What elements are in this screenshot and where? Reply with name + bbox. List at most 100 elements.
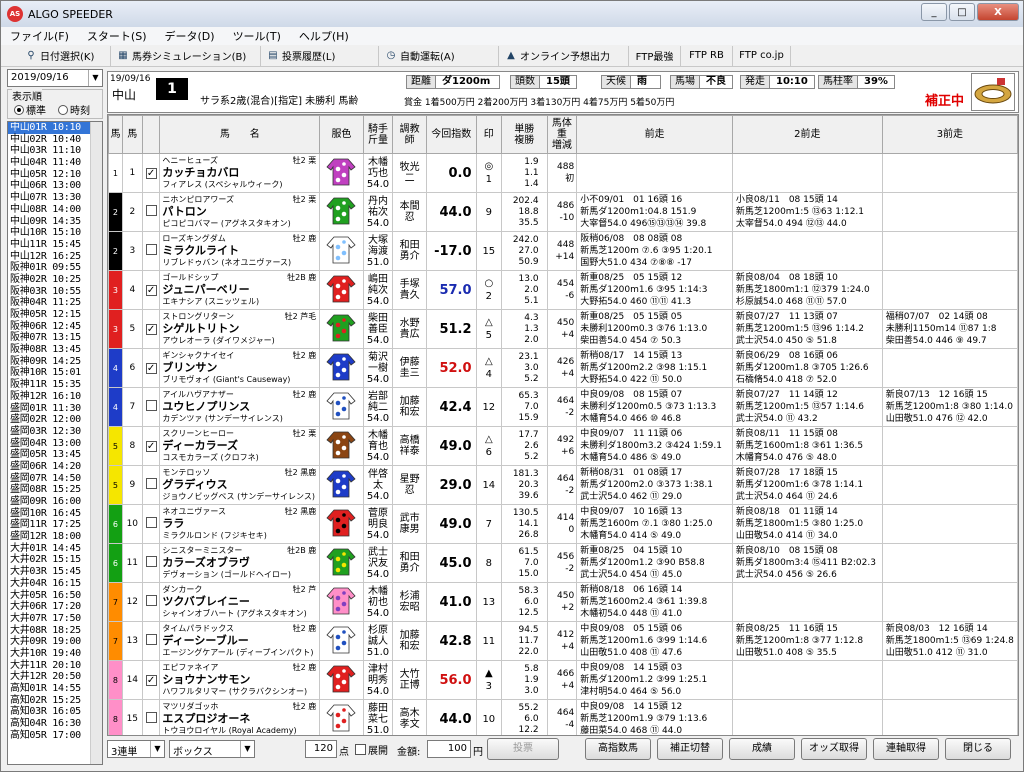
mark-cell[interactable]: 9 bbox=[475, 192, 503, 232]
horse-name-cell[interactable]: ヘニーヒューズ 牡2 栗カッチョカバロ フィアレス (スペシャルウィーク) bbox=[159, 153, 321, 193]
race-list-item[interactable]: 大井01R 14:45 bbox=[8, 543, 102, 555]
select-checkbox[interactable] bbox=[141, 192, 161, 232]
points-field[interactable]: 120 bbox=[305, 740, 337, 758]
odds-fetch-button[interactable]: オッズ取得 bbox=[801, 738, 867, 760]
race-list-item[interactable]: 大井06R 17:20 bbox=[8, 601, 102, 613]
table-row[interactable]: 1 1 ✓ ヘニーヒューズ 牡2 栗カッチョカバロ フィアレス (スペシャルウィーク) 木幡… bbox=[108, 153, 1018, 193]
results-button[interactable]: 成績 bbox=[729, 738, 795, 760]
mark-cell[interactable]: 7 bbox=[475, 504, 503, 544]
menu-help[interactable]: ヘルプ(H) bbox=[290, 28, 358, 44]
table-row[interactable]: 8 15 マツリダゴッホ 牡2 鹿エスプロジオーネ トウヨウロイヤル (Royal Ac… bbox=[108, 699, 1018, 735]
ftp-rb-button[interactable]: FTP RB bbox=[681, 45, 733, 66]
race-list-item[interactable]: 盛岡04R 13:00 bbox=[8, 438, 102, 450]
date-select-button[interactable]: ⚲ 日付選択(K) bbox=[19, 45, 111, 66]
col-score[interactable]: 今回指数 bbox=[425, 115, 477, 154]
race-list-item[interactable]: 高知01R 14:55 bbox=[8, 683, 102, 695]
online-prediction-button[interactable]: ▲ オンライン予想出力 bbox=[499, 45, 629, 66]
mark-cell[interactable]: ▲ 3 bbox=[475, 660, 503, 700]
horse-name-cell[interactable]: モンテロッソ 牡2 黒鹿 グラディウス ジョウノビッグベス (サンデーサイレンス) bbox=[159, 465, 321, 505]
auto-run-button[interactable]: ◷ 自動運転(A) bbox=[379, 45, 499, 66]
race-list-item[interactable]: 盛岡06R 14:20 bbox=[8, 461, 102, 473]
menu-start[interactable]: スタート(S) bbox=[78, 28, 156, 44]
race-list-item[interactable]: 阪神04R 11:25 bbox=[8, 297, 102, 309]
mark-cell[interactable]: △ 4 bbox=[475, 348, 503, 388]
select-checkbox[interactable] bbox=[141, 582, 161, 622]
race-list-item[interactable]: 盛岡02R 12:00 bbox=[8, 414, 102, 426]
select-checkbox[interactable] bbox=[141, 465, 161, 505]
table-row[interactable]: 4 7 アイルハヴアナザー 牡2 鹿ユウヒノプリンス カデンツァ (サンデーサイレンス)… bbox=[108, 387, 1018, 427]
select-checkbox[interactable] bbox=[141, 699, 161, 735]
horse-name-cell[interactable]: スクリーンヒーロー 牡2 栗ディーカラーズ コスモカラーズ (クロフネ) bbox=[159, 426, 321, 466]
race-list-item[interactable]: 中山07R 13:30 bbox=[8, 192, 102, 204]
table-row[interactable]: 6 10 ネオユニヴァース 牡2 黒鹿 ララ ミラクルロンド (フジキセキ) 菅原 明良 54.… bbox=[108, 504, 1018, 544]
high-index-button[interactable]: 高指数馬 bbox=[585, 738, 651, 760]
table-row[interactable]: 2 2 ニホンピロアワーズ 牡2 栗パトロン ピコピコバマー (アグネスタキオン) 丹内祐… bbox=[108, 192, 1018, 232]
race-list-item[interactable]: 中山08R 14:00 bbox=[8, 204, 102, 216]
col-name[interactable]: 馬 名 bbox=[159, 115, 321, 154]
mark-cell[interactable]: 10 bbox=[475, 699, 503, 735]
vote-history-button[interactable]: ▤ 投票履歴(L) bbox=[261, 45, 379, 66]
race-list-item[interactable]: 大井07R 17:50 bbox=[8, 613, 102, 625]
table-row[interactable]: 6 11 シニスターミニスター 牡2B 鹿カラーズオブラヴ デヴォーション (ゴールドヘ… bbox=[108, 543, 1018, 583]
select-checkbox[interactable] bbox=[141, 504, 161, 544]
select-checkbox[interactable]: ✓ bbox=[141, 660, 161, 700]
select-checkbox[interactable] bbox=[141, 387, 161, 427]
amount-field[interactable]: 100 bbox=[427, 740, 471, 758]
race-list-item[interactable]: 盛岡03R 12:30 bbox=[8, 426, 102, 438]
race-list-item[interactable]: 阪神05R 12:15 bbox=[8, 309, 102, 321]
race-list-item[interactable]: 中山12R 16:25 bbox=[8, 251, 102, 263]
horse-name-cell[interactable]: マツリダゴッホ 牡2 鹿エスプロジオーネ トウヨウロイヤル (Royal Acade… bbox=[159, 699, 321, 735]
horse-name-cell[interactable]: アイルハヴアナザー 牡2 鹿ユウヒノプリンス カデンツァ (サンデーサイレンス) bbox=[159, 387, 321, 427]
race-list-item[interactable]: 盛岡05R 13:45 bbox=[8, 449, 102, 461]
table-row[interactable]: 5 9 モンテロッソ 牡2 黒鹿 グラディウス ジョウノビッグベス (サンデーサイレンス)… bbox=[108, 465, 1018, 505]
horse-name-cell[interactable]: ストロングリターン 牡2 芦毛 シゲルトリトン アウレオーラ (ダイワメジャー) bbox=[159, 309, 321, 349]
race-list-item[interactable]: 阪神09R 14:25 bbox=[8, 356, 102, 368]
race-list-item[interactable]: 盛岡07R 14:50 bbox=[8, 473, 102, 485]
race-list-item[interactable]: 中山01R 10:10 bbox=[8, 122, 102, 134]
select-checkbox[interactable]: ✓ bbox=[141, 426, 161, 466]
expand-checkbox[interactable]: 展開 bbox=[355, 742, 388, 757]
select-checkbox[interactable]: ✓ bbox=[141, 270, 161, 310]
horse-name-cell[interactable]: ゴールドシップ 牡2B 鹿ジュニパーベリー エキナシア (スニッツェル) bbox=[159, 270, 321, 310]
close-window-button[interactable]: X bbox=[977, 3, 1019, 21]
table-row[interactable]: 4 6 ✓ ギンシャクナイセイ 牡2 鹿ブリンサン ブリモヴォイ (Giant's Cau… bbox=[108, 348, 1018, 388]
table-row[interactable]: 3 4 ✓ ゴールドシップ 牡2B 鹿ジュニパーベリー エキナシア (スニッツェル) 嶋田純… bbox=[108, 270, 1018, 310]
race-list-item[interactable]: 大井08R 18:25 bbox=[8, 625, 102, 637]
race-list-item[interactable]: 盛岡11R 17:25 bbox=[8, 519, 102, 531]
menu-data[interactable]: データ(D) bbox=[156, 28, 224, 44]
table-row[interactable]: 5 8 ✓ スクリーンヒーロー 牡2 栗ディーカラーズ コスモカラーズ (クロフネ) 木幡育… bbox=[108, 426, 1018, 466]
close-button[interactable]: 閉じる bbox=[945, 738, 1011, 760]
race-list-item[interactable]: 高知03R 16:05 bbox=[8, 706, 102, 718]
menu-file[interactable]: ファイル(F) bbox=[1, 28, 78, 44]
race-list-item[interactable]: 盛岡12R 18:00 bbox=[8, 531, 102, 543]
race-list-item[interactable]: 高知02R 15:25 bbox=[8, 695, 102, 707]
race-list-item[interactable]: 盛岡09R 16:00 bbox=[8, 496, 102, 508]
mark-cell[interactable]: 11 bbox=[475, 621, 503, 661]
race-list-item[interactable]: 阪神11R 15:35 bbox=[8, 379, 102, 391]
race-list-item[interactable]: 盛岡01R 11:30 bbox=[8, 403, 102, 415]
ticket-simulation-button[interactable]: ▦ 馬券シミュレーション(B) bbox=[111, 45, 261, 66]
select-checkbox[interactable]: ✓ bbox=[141, 348, 161, 388]
race-list-item[interactable]: 大井09R 19:00 bbox=[8, 636, 102, 648]
race-list-item[interactable]: 大井05R 16:50 bbox=[8, 590, 102, 602]
select-checkbox[interactable]: ✓ bbox=[141, 309, 161, 349]
mark-cell[interactable]: 8 bbox=[475, 543, 503, 583]
mark-cell[interactable]: △ 6 bbox=[475, 426, 503, 466]
select-checkbox[interactable] bbox=[141, 621, 161, 661]
menu-tools[interactable]: ツール(T) bbox=[224, 28, 290, 44]
axis-fetch-button[interactable]: 連軸取得 bbox=[873, 738, 939, 760]
race-list-item[interactable]: 大井03R 15:45 bbox=[8, 566, 102, 578]
radio-time[interactable]: 時刻 bbox=[58, 102, 90, 117]
mark-cell[interactable]: △ 5 bbox=[475, 309, 503, 349]
race-list-item[interactable]: 高知04R 16:30 bbox=[8, 718, 102, 730]
mark-cell[interactable]: ○ 2 bbox=[475, 270, 503, 310]
race-list-item[interactable]: 阪神06R 12:45 bbox=[8, 321, 102, 333]
race-list-item[interactable]: 阪神03R 10:55 bbox=[8, 286, 102, 298]
race-list-scrollbar[interactable] bbox=[90, 122, 102, 764]
race-list-item[interactable]: 中山09R 14:35 bbox=[8, 216, 102, 228]
vote-button[interactable]: 投票 bbox=[487, 738, 559, 760]
race-list-item[interactable]: 大井10R 19:40 bbox=[8, 648, 102, 660]
minimize-button[interactable]: _ bbox=[921, 3, 947, 21]
ftp-saikyo-button[interactable]: FTP最強 bbox=[629, 45, 681, 66]
mark-cell[interactable]: 15 bbox=[475, 231, 503, 271]
